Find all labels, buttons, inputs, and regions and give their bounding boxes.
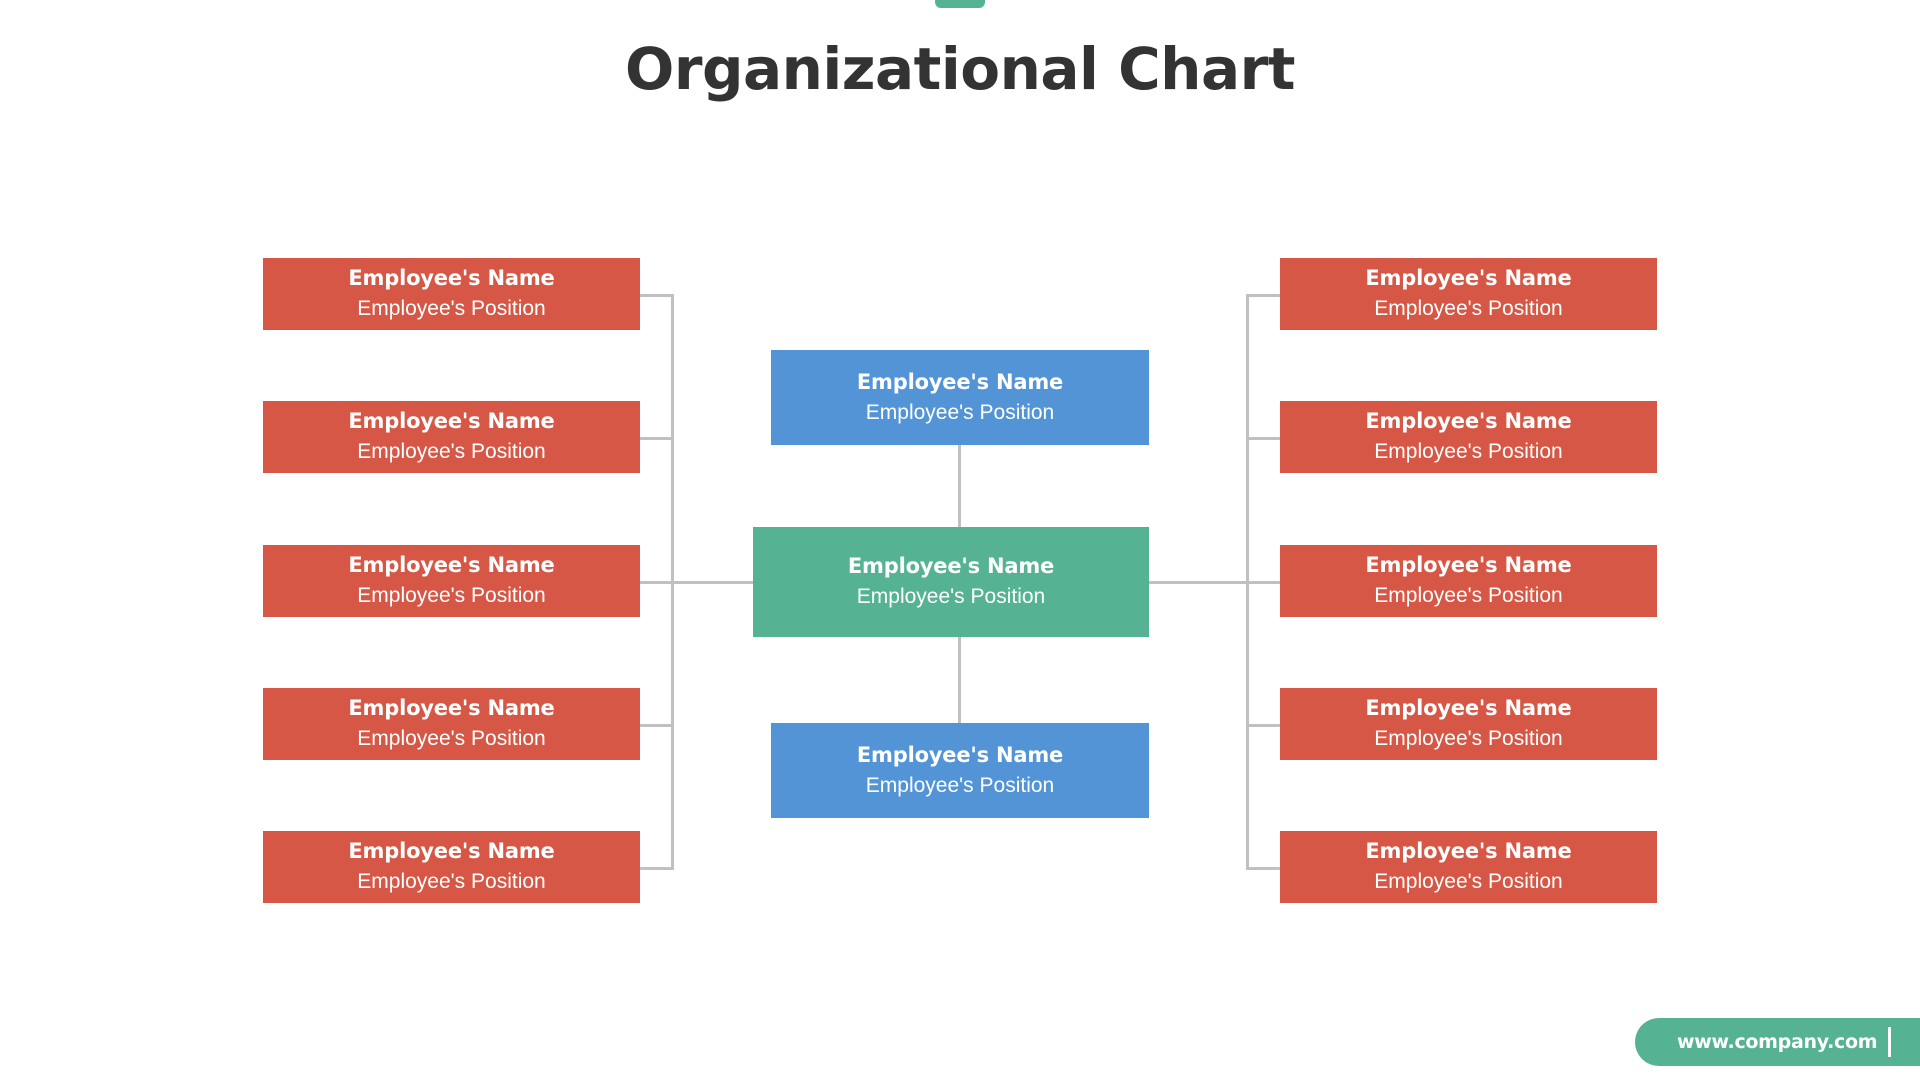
employee-position: Employee's Position — [357, 727, 546, 751]
employee-name: Employee's Name — [348, 839, 555, 864]
org-node-left-3[interactable]: Employee's Name Employee's Position — [263, 545, 640, 617]
org-node-center-top[interactable]: Employee's Name Employee's Position — [771, 350, 1149, 445]
employee-position: Employee's Position — [357, 584, 546, 608]
employee-position: Employee's Position — [856, 585, 1046, 609]
employee-position: Employee's Position — [1374, 584, 1563, 608]
org-node-right-2[interactable]: Employee's Name Employee's Position — [1280, 401, 1657, 473]
connector-right-stub-1 — [1246, 294, 1280, 297]
org-node-right-1[interactable]: Employee's Name Employee's Position — [1280, 258, 1657, 330]
employee-name: Employee's Name — [856, 369, 1064, 394]
org-node-left-1[interactable]: Employee's Name Employee's Position — [263, 258, 640, 330]
org-node-center-bottom[interactable]: Employee's Name Employee's Position — [771, 723, 1149, 818]
employee-position: Employee's Position — [1374, 440, 1563, 464]
connector-left-stub-3 — [640, 581, 674, 584]
employee-name: Employee's Name — [856, 742, 1064, 767]
employee-name: Employee's Name — [348, 409, 555, 434]
employee-name: Employee's Name — [348, 696, 555, 721]
org-node-right-4[interactable]: Employee's Name Employee's Position — [1280, 688, 1657, 760]
employee-position: Employee's Position — [1374, 727, 1563, 751]
connector-center-top-link — [958, 444, 961, 529]
employee-position: Employee's Position — [1374, 297, 1563, 321]
employee-name: Employee's Name — [847, 554, 1055, 579]
connector-left-stub-2 — [640, 437, 674, 440]
badge-divider — [1888, 1027, 1891, 1057]
connector-center-bottom-link — [958, 636, 961, 724]
connector-left-stub-4 — [640, 724, 674, 727]
employee-name: Employee's Name — [1365, 266, 1572, 291]
org-node-center-middle[interactable]: Employee's Name Employee's Position — [753, 527, 1149, 637]
org-node-left-2[interactable]: Employee's Name Employee's Position — [263, 401, 640, 473]
employee-name: Employee's Name — [1365, 839, 1572, 864]
employee-name: Employee's Name — [1365, 553, 1572, 578]
website-badge[interactable]: www.company.com — [1635, 1018, 1920, 1066]
org-node-right-5[interactable]: Employee's Name Employee's Position — [1280, 831, 1657, 903]
org-node-left-4[interactable]: Employee's Name Employee's Position — [263, 688, 640, 760]
employee-name: Employee's Name — [348, 266, 555, 291]
connector-right-stub-3 — [1246, 581, 1280, 584]
org-node-left-5[interactable]: Employee's Name Employee's Position — [263, 831, 640, 903]
connector-right-stub-4 — [1246, 724, 1280, 727]
employee-position: Employee's Position — [865, 400, 1055, 424]
page-title: Organizational Chart — [625, 35, 1295, 103]
connector-left-stub-1 — [640, 294, 674, 297]
employee-position: Employee's Position — [357, 297, 546, 321]
employee-position: Employee's Position — [357, 870, 546, 894]
employee-position: Employee's Position — [1374, 870, 1563, 894]
employee-position: Employee's Position — [357, 440, 546, 464]
connector-left-stub-5 — [640, 867, 674, 870]
connector-right-stub-5 — [1246, 867, 1280, 870]
slide-canvas: Organizational Chart Employee's Name Emp… — [0, 0, 1920, 1080]
top-accent-tab — [935, 0, 985, 8]
employee-name: Employee's Name — [1365, 409, 1572, 434]
employee-name: Employee's Name — [348, 553, 555, 578]
employee-name: Employee's Name — [1365, 696, 1572, 721]
website-url: www.company.com — [1677, 1031, 1878, 1053]
connector-center-to-right — [1147, 581, 1249, 584]
org-node-right-3[interactable]: Employee's Name Employee's Position — [1280, 545, 1657, 617]
connector-right-stub-2 — [1246, 437, 1280, 440]
employee-position: Employee's Position — [865, 773, 1055, 797]
